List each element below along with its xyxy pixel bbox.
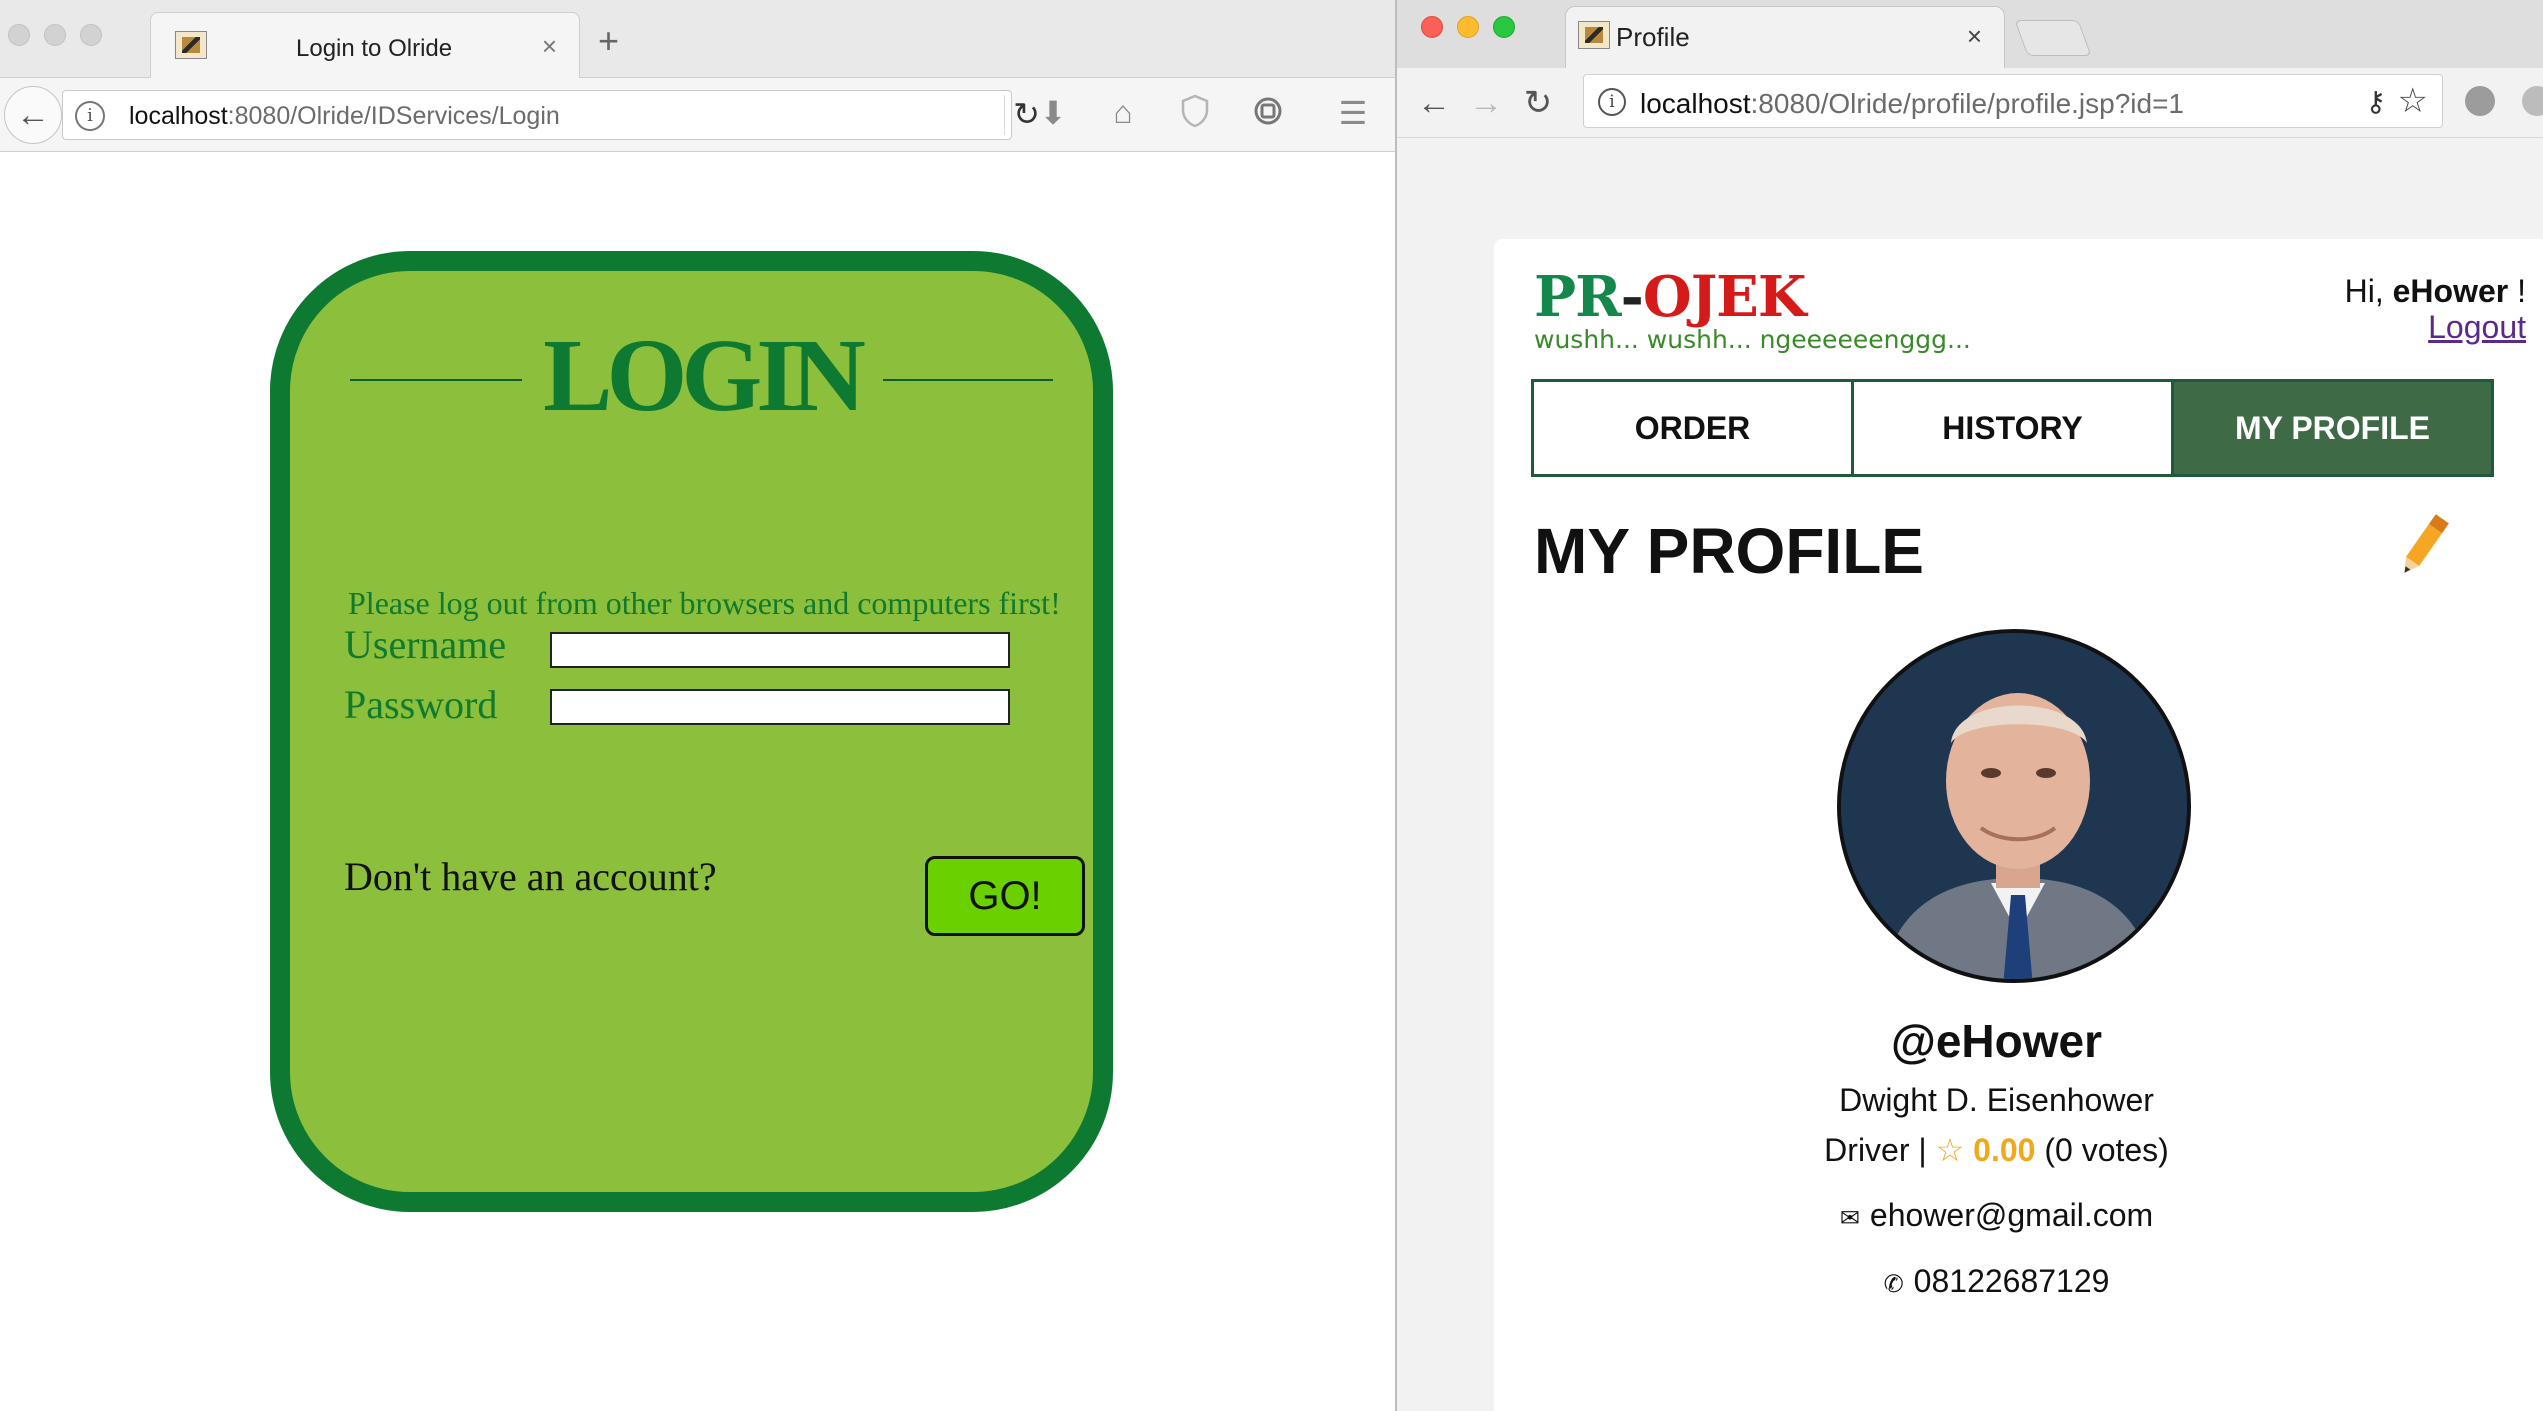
brand-tagline: wushh... wushh... ngeeeeeenggg... (1534, 325, 1971, 354)
login-browser-window: Login to Olride × + ← i localhost:8080/O… (0, 0, 1395, 1411)
minimize-window-button[interactable] (44, 24, 66, 46)
tab-history[interactable]: HISTORY (1854, 379, 2174, 477)
minimize-window-button[interactable] (1457, 16, 1479, 38)
navigation-toolbar: ← → ↻ i localhost:8080/Olride/profile/pr… (1397, 68, 2543, 138)
brand-name: PR-OJEK (1534, 264, 1807, 330)
tab-close-icon[interactable]: × (542, 31, 557, 62)
title-rule-right (883, 379, 1053, 381)
go-button[interactable]: GO! (925, 856, 1085, 936)
home-icon[interactable]: ⌂ (1100, 94, 1146, 136)
zoom-window-button[interactable] (80, 24, 102, 46)
shield-icon[interactable] (1172, 94, 1218, 136)
site-info-icon[interactable]: i (1598, 88, 1626, 116)
login-card: LOGIN Please log out from other browsers… (270, 251, 1113, 1212)
forward-arrow-icon[interactable]: → (1463, 80, 1509, 126)
new-tab-icon[interactable]: + (598, 20, 619, 62)
logout-link[interactable]: Logout (2428, 309, 2526, 346)
username-input[interactable] (550, 632, 1010, 668)
profile-email: ehower@gmail.com (1869, 1197, 2154, 1233)
profile-page: PR-OJEK wushh... wushh... ngeeeeeenggg..… (1397, 139, 2543, 1411)
star-icon: ☆ (1935, 1132, 1965, 1168)
brand-logo[interactable]: PR-OJEK wushh... wushh... ngeeeeeenggg..… (1534, 264, 1971, 354)
key-icon[interactable]: ⚷ (2365, 85, 2386, 118)
url-text[interactable]: localhost:8080/Olride/profile/profile.js… (1640, 88, 2184, 120)
tomcat-favicon-icon (1578, 21, 1610, 49)
shield-extension-icon[interactable] (2522, 86, 2543, 116)
phone-icon: ✆ (1883, 1271, 1904, 1298)
profile-role: Driver (1824, 1132, 1910, 1168)
bookmark-star-icon[interactable]: ☆ (2398, 81, 2428, 121)
profile-browser-window: Profile × ← → ↻ i localhost:8080/Olride/… (1395, 0, 2543, 1411)
hamburger-menu-icon[interactable]: ☰ (1330, 94, 1376, 136)
close-window-button[interactable] (8, 24, 30, 46)
page-title: MY PROFILE (1534, 515, 1924, 587)
back-arrow-icon[interactable]: ← (4, 86, 62, 144)
role-rating-line: Driver | ☆ 0.00 (0 votes) (1494, 1131, 2499, 1169)
address-bar[interactable]: i localhost:8080/Olride/profile/profile.… (1583, 74, 2443, 128)
profile-votes: (0 votes) (2044, 1132, 2169, 1168)
pencil-edit-icon[interactable] (2394, 507, 2454, 583)
tab-profile[interactable]: Profile × (1565, 6, 2005, 68)
login-page: LOGIN Please log out from other browsers… (0, 153, 1395, 1411)
profile-rating: 0.00 (1973, 1132, 2036, 1168)
login-title: LOGIN (543, 318, 866, 433)
address-bar[interactable]: i localhost:8080/Olride/IDServices/Login… (62, 90, 1040, 140)
extension-icon[interactable] (2465, 86, 2495, 116)
envelope-icon: ✉ (1839, 1205, 1860, 1232)
tomcat-favicon-icon (175, 31, 207, 59)
reload-icon[interactable]: ↻ (1515, 80, 1561, 126)
desktop: Login to Olride × + ← i localhost:8080/O… (0, 0, 2543, 1411)
tab-order[interactable]: ORDER (1531, 379, 1854, 477)
tab-bar: Login to Olride × + (0, 0, 1395, 78)
tab-bar: Profile × (1397, 0, 2543, 68)
username-label: Username (344, 622, 507, 667)
profile-phone: 08122687129 (1913, 1263, 2110, 1299)
tab-title: Profile (1616, 22, 1690, 52)
role-separator: | (1909, 1132, 1936, 1168)
main-nav: ORDER HISTORY MY PROFILE (1531, 379, 2494, 477)
password-label: Password (344, 682, 498, 727)
avatar (1837, 629, 2191, 983)
phone-line: ✆ 08122687129 (1494, 1263, 2499, 1300)
profile-full-name: Dwight D. Eisenhower (1839, 1082, 2154, 1118)
no-account-text: Don't have an account? (344, 854, 717, 899)
password-input[interactable] (550, 689, 1010, 725)
profile-card: PR-OJEK wushh... wushh... ngeeeeeenggg..… (1494, 239, 2543, 1411)
zoom-window-button[interactable] (1493, 16, 1515, 38)
navigation-toolbar: ← i localhost:8080/Olride/IDServices/Log… (0, 78, 1395, 152)
user-greeting: Hi, eHower ! (2344, 273, 2526, 309)
profile-username: @eHower (1890, 1015, 2103, 1067)
back-arrow-icon[interactable]: ← (1411, 80, 1457, 126)
login-title-row: LOGIN (350, 321, 1053, 431)
download-icon[interactable]: ⬇ (1030, 94, 1076, 136)
site-info-icon[interactable]: i (75, 101, 105, 131)
logout-notice: Please log out from other browsers and c… (348, 585, 1061, 621)
tab-title: Login to Olride (296, 35, 453, 62)
new-tab-button[interactable] (2014, 20, 2092, 56)
email-line: ✉ ehower@gmail.com (1494, 1197, 2499, 1234)
close-window-button[interactable] (1421, 16, 1443, 38)
url-text[interactable]: localhost:8080/Olride/IDServices/Login (129, 102, 560, 131)
sync-icon[interactable] (1245, 94, 1291, 136)
tab-login[interactable]: Login to Olride × (150, 12, 580, 78)
tab-my-profile[interactable]: MY PROFILE (2174, 379, 2494, 477)
tab-close-icon[interactable]: × (1967, 21, 1982, 52)
